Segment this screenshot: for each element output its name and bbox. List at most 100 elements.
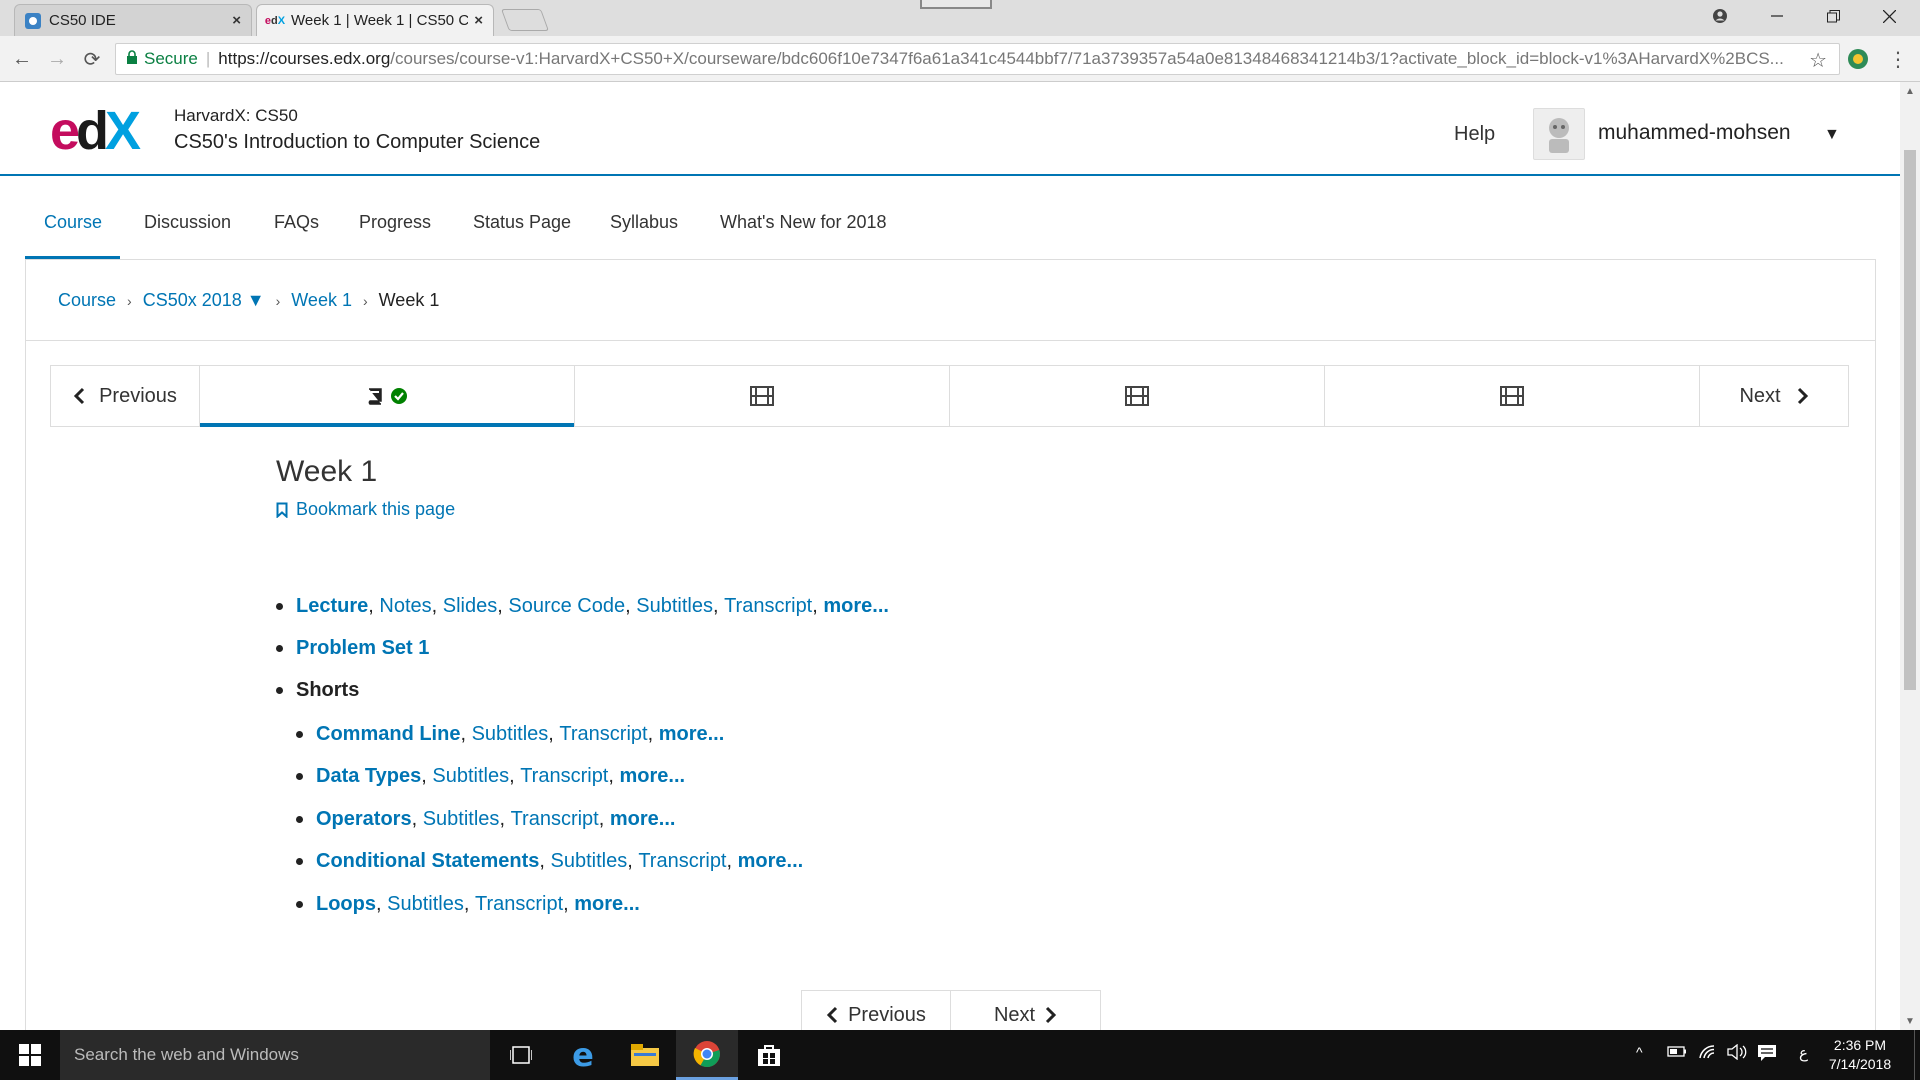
next-label: Next: [1739, 384, 1781, 407]
subtitles-link[interactable]: Subtitles: [432, 765, 509, 788]
more-link[interactable]: more...: [659, 723, 725, 746]
transcript-link[interactable]: Transcript: [559, 723, 647, 746]
windows-start-icon[interactable]: [0, 1030, 60, 1080]
sequence-item-text[interactable]: [200, 366, 575, 427]
breadcrumb-course[interactable]: Course: [58, 290, 116, 311]
tab-progress[interactable]: Progress: [359, 212, 431, 233]
close-window-icon[interactable]: [1866, 0, 1912, 32]
sequence-item-video[interactable]: [950, 366, 1325, 426]
short-title-link[interactable]: Command Line: [316, 723, 460, 746]
chrome-icon[interactable]: [676, 1030, 738, 1080]
tab-course[interactable]: Course: [44, 212, 102, 233]
caret-down-icon[interactable]: ▼: [1824, 126, 1840, 144]
url-path: /courses/course-v1:HarvardX+CS50+X/cours…: [390, 49, 1784, 68]
battery-icon[interactable]: [1667, 1044, 1687, 1063]
show-desktop-button[interactable]: [1914, 1030, 1920, 1080]
divider: [26, 340, 1875, 341]
breadcrumb-subsection[interactable]: Week 1: [291, 290, 352, 311]
subtitles-link[interactable]: Subtitles: [387, 893, 464, 916]
back-arrow-icon[interactable]: ←: [9, 46, 35, 72]
taskbar-search-input[interactable]: Search the web and Windows: [60, 1030, 490, 1080]
subtitles-link[interactable]: Subtitles: [550, 850, 627, 873]
avatar[interactable]: [1533, 108, 1585, 160]
transcript-link[interactable]: Transcript: [475, 893, 563, 916]
help-link[interactable]: Help: [1454, 123, 1495, 146]
edx-favicon-icon: edX: [264, 14, 286, 27]
file-explorer-icon[interactable]: [614, 1030, 676, 1080]
close-icon[interactable]: ×: [232, 12, 241, 29]
subtitles-link[interactable]: Subtitles: [423, 808, 500, 831]
scroll-thumb[interactable]: [1904, 150, 1916, 690]
short-title-link[interactable]: Conditional Statements: [316, 850, 539, 873]
extension-icon[interactable]: [1846, 47, 1870, 71]
minimize-icon[interactable]: [1754, 0, 1800, 32]
username[interactable]: muhammed-mohsen: [1598, 121, 1791, 145]
materials-list: Lecture, Notes, Slides, Source Code, Sub…: [276, 585, 889, 711]
bookmark-star-icon[interactable]: ☆: [1809, 48, 1827, 73]
sequence-next-button[interactable]: Next: [1700, 366, 1848, 426]
tray-chevron-up-icon[interactable]: ^: [1636, 1044, 1643, 1060]
slides-link[interactable]: Slides: [443, 595, 497, 618]
bullet: [296, 730, 303, 738]
reload-icon[interactable]: ⟳: [79, 46, 105, 72]
breadcrumb-current: Week 1: [378, 290, 440, 310]
store-icon[interactable]: [738, 1030, 800, 1080]
tab-whats-new[interactable]: What's New for 2018: [720, 212, 887, 233]
edx-logo[interactable]: edX: [50, 104, 141, 158]
wifi-icon[interactable]: [1698, 1044, 1718, 1065]
edge-browser-icon[interactable]: e: [552, 1030, 614, 1080]
windows-taskbar: Search the web and Windows e ^ ع 2:36 PM…: [0, 1030, 1920, 1080]
breadcrumb-section[interactable]: CS50x 2018 ▼: [143, 290, 265, 311]
sequence-previous-button[interactable]: Previous: [51, 366, 200, 426]
task-view-icon[interactable]: [490, 1030, 552, 1080]
address-bar[interactable]: Secure | https://courses.edx.org /course…: [115, 43, 1840, 75]
transcript-link[interactable]: Transcript: [638, 850, 726, 873]
bullet: [296, 815, 303, 823]
secure-label: Secure: [144, 49, 198, 68]
transcript-link[interactable]: Transcript: [511, 808, 599, 831]
input-language-indicator[interactable]: ع: [1799, 1044, 1808, 1062]
window-drag-handle[interactable]: [920, 0, 992, 9]
problem-set-link[interactable]: Problem Set 1: [296, 637, 429, 660]
page-scrollbar[interactable]: ▲ ▼: [1900, 82, 1920, 1040]
subtitles-link[interactable]: Subtitles: [636, 595, 713, 618]
lecture-link[interactable]: Lecture: [296, 595, 368, 618]
tab-week-1[interactable]: edX Week 1 | Week 1 | CS50 C ×: [256, 4, 494, 36]
scroll-up-icon[interactable]: ▲: [1904, 86, 1916, 98]
subtitles-link[interactable]: Subtitles: [472, 723, 549, 746]
tab-cs50-ide[interactable]: CS50 IDE ×: [14, 4, 252, 36]
tab-syllabus[interactable]: Syllabus: [610, 212, 678, 233]
short-title-link[interactable]: Data Types: [316, 765, 421, 788]
tab-discussion[interactable]: Discussion: [144, 212, 231, 233]
chrome-menu-icon[interactable]: ⋮: [1888, 47, 1908, 72]
more-link[interactable]: more...: [574, 893, 640, 916]
new-tab-button[interactable]: [500, 9, 550, 31]
more-link[interactable]: more...: [738, 850, 804, 873]
forward-arrow-icon[interactable]: →: [44, 46, 70, 72]
short-title-link[interactable]: Loops: [316, 893, 376, 916]
restore-icon[interactable]: [1810, 0, 1856, 32]
short-title-link[interactable]: Operators: [316, 808, 412, 831]
more-link[interactable]: more...: [610, 808, 676, 831]
chevron-left-icon: [826, 1006, 838, 1024]
tab-faqs[interactable]: FAQs: [274, 212, 319, 233]
tab-title: Week 1 | Week 1 | CS50 C: [291, 12, 469, 29]
profile-icon[interactable]: [1697, 0, 1743, 32]
scroll-down-icon[interactable]: ▼: [1904, 1016, 1916, 1028]
film-icon: [1500, 386, 1524, 406]
more-link[interactable]: more...: [620, 765, 686, 788]
close-icon[interactable]: ×: [474, 12, 483, 29]
chevron-right-icon: ›: [362, 292, 368, 309]
transcript-link[interactable]: Transcript: [724, 595, 812, 618]
tab-status-page[interactable]: Status Page: [473, 212, 571, 233]
sequence-item-video[interactable]: [1325, 366, 1700, 426]
bookmark-button[interactable]: Bookmark this page: [276, 499, 455, 520]
transcript-link[interactable]: Transcript: [520, 765, 608, 788]
more-link[interactable]: more...: [823, 595, 889, 618]
taskbar-clock[interactable]: 2:36 PM 7/14/2018: [1815, 1036, 1905, 1074]
sequence-item-video[interactable]: [575, 366, 950, 426]
source-code-link[interactable]: Source Code: [508, 595, 625, 618]
action-center-icon[interactable]: [1757, 1044, 1777, 1067]
notes-link[interactable]: Notes: [379, 595, 431, 618]
volume-icon[interactable]: [1727, 1043, 1749, 1065]
